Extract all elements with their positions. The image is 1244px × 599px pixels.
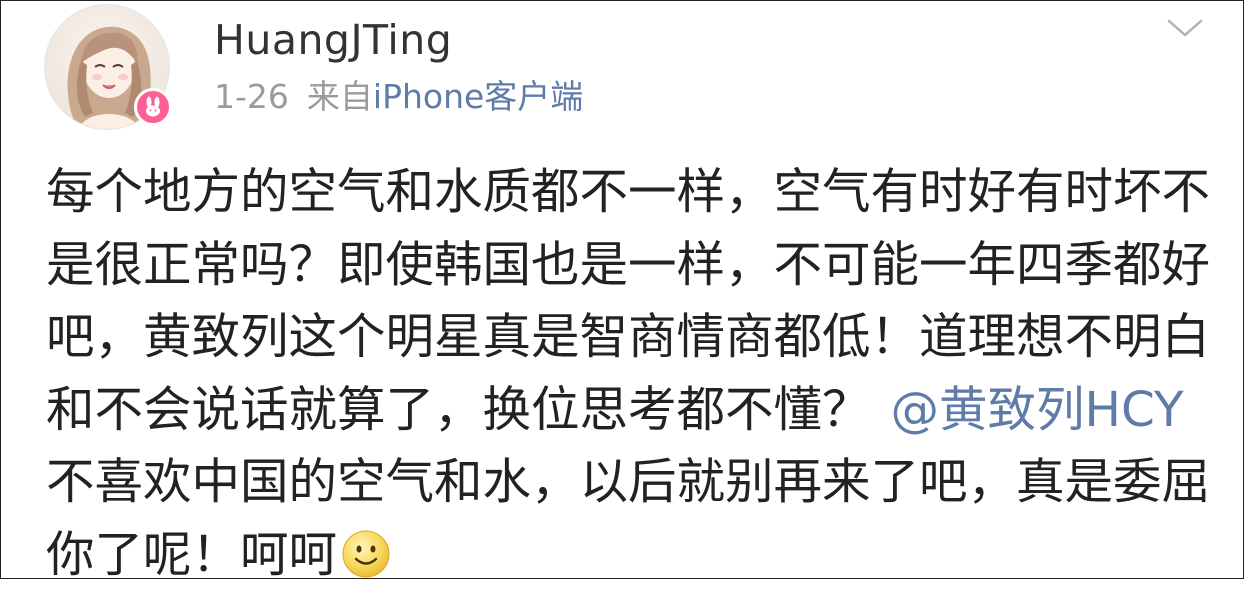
post-line: 不喜欢中国的空气和水，以后就别再来了吧，真是委屈 [46,454,1211,510]
post-line-text: 和不会说话就算了，换位思考都不懂？ [46,381,871,438]
post-meta: 1-26 来自iPhone客户端 [214,75,583,119]
bunny-badge-icon [134,88,172,126]
post-line: 和不会说话就算了，换位思考都不懂？ @黄致列HCY [46,374,1214,447]
username[interactable]: HuangJTing [214,15,452,65]
post-line: 吧，黄致列这个明星真是智商情商都低！道理想不明白 [46,309,1211,365]
post-date: 1-26 [214,77,289,116]
post-line: 你了呢！呵呵 [46,519,1214,592]
post-body: 每个地方的空气和水质都不一样，空气有时好有时坏不 是很正常吗？即使韩国也是一样，… [46,156,1214,591]
client-link[interactable]: iPhone客户端 [373,77,583,116]
post-line: 是很正常吗？即使韩国也是一样，不可能一年四季都好 [46,236,1211,293]
chevron-down-icon[interactable] [1165,13,1205,43]
smile-emoji-icon [341,527,391,577]
post-line-text: 你了呢！呵呵 [46,526,338,583]
mention-link[interactable]: @黄致列HCY [891,382,1184,438]
avatar-container[interactable] [44,4,172,132]
weibo-post-card: HuangJTing 1-26 来自iPhone客户端 每个地方的空气和水质都不一… [0,0,1244,583]
post-line: 每个地方的空气和水质都不一样，空气有时好有时坏不 [46,164,1211,220]
source-label: 来自 [306,77,373,116]
